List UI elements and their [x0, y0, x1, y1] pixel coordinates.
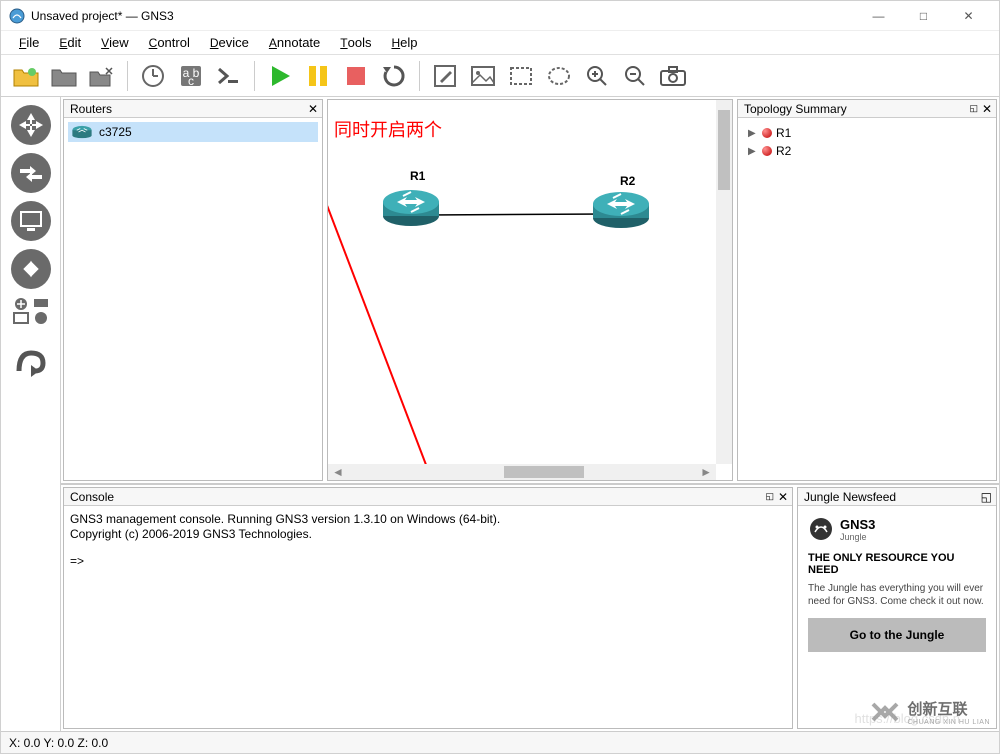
node-r1[interactable]: [383, 190, 439, 226]
reload-all-icon[interactable]: [377, 59, 411, 93]
topology-list: ▶ R1 ▶ R2: [738, 118, 996, 166]
device-toolbar: [1, 97, 61, 731]
console-output[interactable]: GNS3 management console. Running GNS3 ve…: [64, 506, 792, 728]
topology-item-r2[interactable]: ▶ R2: [744, 142, 990, 160]
zoom-out-icon[interactable]: [618, 59, 652, 93]
window-title: Unsaved project* — GNS3: [31, 9, 856, 23]
routers-panel: Routers ✕ c3725: [63, 99, 323, 481]
menu-edit[interactable]: Edit: [49, 33, 91, 52]
newsfeed-cta-button[interactable]: Go to the Jungle: [808, 618, 986, 652]
save-project-icon[interactable]: [85, 59, 119, 93]
switches-category-icon[interactable]: [11, 153, 51, 193]
routers-panel-header: Routers ✕: [64, 100, 322, 118]
image-icon[interactable]: [466, 59, 500, 93]
console-panel-header: Console ◱ ✕: [64, 488, 792, 506]
topology-item-r1[interactable]: ▶ R1: [744, 124, 990, 142]
main-window: Unsaved project* — GNS3 — □ ✕ File Edit …: [0, 0, 1000, 754]
topology-item-label: R2: [776, 144, 791, 158]
bottom-area: Console ◱ ✕ GNS3 management console. Run…: [61, 483, 999, 731]
maximize-button[interactable]: □: [901, 1, 946, 31]
router-list-item[interactable]: c3725: [68, 122, 318, 142]
newsfeed-panel-title: Jungle Newsfeed: [804, 490, 896, 504]
newsfeed-brand-bottom: Jungle: [840, 532, 875, 542]
status-dot-icon: [762, 146, 772, 156]
expand-icon[interactable]: ▶: [748, 146, 758, 157]
svg-text:c: c: [188, 74, 194, 88]
rectangle-icon[interactable]: [504, 59, 538, 93]
console-panel-title: Console: [70, 490, 114, 504]
topology-panel-dock-icon[interactable]: ◱: [969, 103, 978, 114]
end-devices-category-icon[interactable]: [11, 201, 51, 241]
close-button[interactable]: ✕: [946, 1, 991, 31]
expand-icon[interactable]: ▶: [748, 128, 758, 139]
start-all-icon[interactable]: [263, 59, 297, 93]
link-tool-icon[interactable]: [11, 341, 51, 384]
canvas-vertical-scrollbar[interactable]: [716, 100, 732, 464]
topology-item-label: R1: [776, 126, 791, 140]
all-devices-category-icon[interactable]: [6, 297, 56, 325]
topology-panel: Topology Summary ◱ ✕ ▶ R1 ▶ R: [737, 99, 997, 481]
titlebar: Unsaved project* — GNS3 — □ ✕: [1, 1, 999, 31]
router-item-label: c3725: [99, 125, 132, 139]
pause-all-icon[interactable]: [301, 59, 335, 93]
newsfeed-panel-dock-icon[interactable]: ◱: [981, 490, 992, 504]
status-dot-icon: [762, 128, 772, 138]
routers-panel-title: Routers: [70, 102, 112, 116]
canvas-horizontal-scrollbar[interactable]: ◄►: [328, 464, 716, 480]
screenshot-icon[interactable]: [656, 59, 690, 93]
center-area: Routers ✕ c3725: [61, 97, 999, 731]
newsfeed-panel-header: Jungle Newsfeed ◱: [798, 488, 996, 506]
topology-panel-close-icon[interactable]: ✕: [982, 102, 992, 116]
gns3-logo-icon: [808, 516, 834, 542]
router-device-icon: [71, 125, 93, 139]
snapshot-icon[interactable]: [136, 59, 170, 93]
canvas-panel[interactable]: R1 R2: [327, 99, 733, 481]
node-r2[interactable]: [593, 192, 649, 228]
console-panel: Console ◱ ✕ GNS3 management console. Run…: [63, 487, 793, 729]
app-icon: [9, 8, 25, 24]
zoom-in-icon[interactable]: [580, 59, 614, 93]
menu-device[interactable]: Device: [200, 33, 259, 52]
routers-category-icon[interactable]: [11, 105, 51, 145]
menu-control[interactable]: Control: [139, 33, 200, 52]
newsfeed-text: The Jungle has everything you will ever …: [808, 582, 986, 608]
new-project-icon[interactable]: [9, 59, 43, 93]
menubar: File Edit View Control Device Annotate T…: [1, 31, 999, 55]
canvas-annotation: 同时开启两个: [334, 116, 442, 142]
ellipse-icon[interactable]: [542, 59, 576, 93]
newsfeed-brand-top: GNS3: [840, 517, 875, 532]
node-r2-label: R2: [620, 174, 636, 188]
topology-panel-header: Topology Summary ◱ ✕: [738, 100, 996, 118]
watermark-logo: 创新互联 CHUANG XIN HU LIAN: [867, 694, 990, 730]
show-labels-icon[interactable]: a bc: [174, 59, 208, 93]
menu-tools[interactable]: Tools: [330, 33, 381, 52]
menu-file[interactable]: File: [9, 33, 49, 52]
menu-help[interactable]: Help: [381, 33, 427, 52]
routers-panel-close-icon[interactable]: ✕: [308, 102, 318, 116]
toolbar: a bc: [1, 55, 999, 97]
routers-list: c3725: [64, 118, 322, 480]
stop-all-icon[interactable]: [339, 59, 373, 93]
minimize-button[interactable]: —: [856, 1, 901, 31]
console-panel-dock-icon[interactable]: ◱: [765, 491, 774, 502]
security-category-icon[interactable]: [11, 249, 51, 289]
statusbar: X: 0.0 Y: 0.0 Z: 0.0: [1, 731, 999, 753]
newsfeed-panel: Jungle Newsfeed ◱ GNS3 Jungle THE ONLY R…: [797, 487, 997, 729]
menu-view[interactable]: View: [91, 33, 139, 52]
note-icon[interactable]: [428, 59, 462, 93]
console-all-icon[interactable]: [212, 59, 246, 93]
newsfeed-heading: THE ONLY RESOURCE YOU NEED: [808, 552, 986, 576]
main-area: Routers ✕ c3725: [1, 97, 999, 731]
topology-canvas[interactable]: R1 R2: [328, 100, 732, 480]
open-project-icon[interactable]: [47, 59, 81, 93]
status-coords: X: 0.0 Y: 0.0 Z: 0.0: [9, 736, 108, 750]
console-panel-close-icon[interactable]: ✕: [778, 490, 788, 504]
topology-panel-title: Topology Summary: [744, 102, 847, 116]
menu-annotate[interactable]: Annotate: [259, 33, 330, 52]
node-r1-label: R1: [410, 169, 426, 183]
